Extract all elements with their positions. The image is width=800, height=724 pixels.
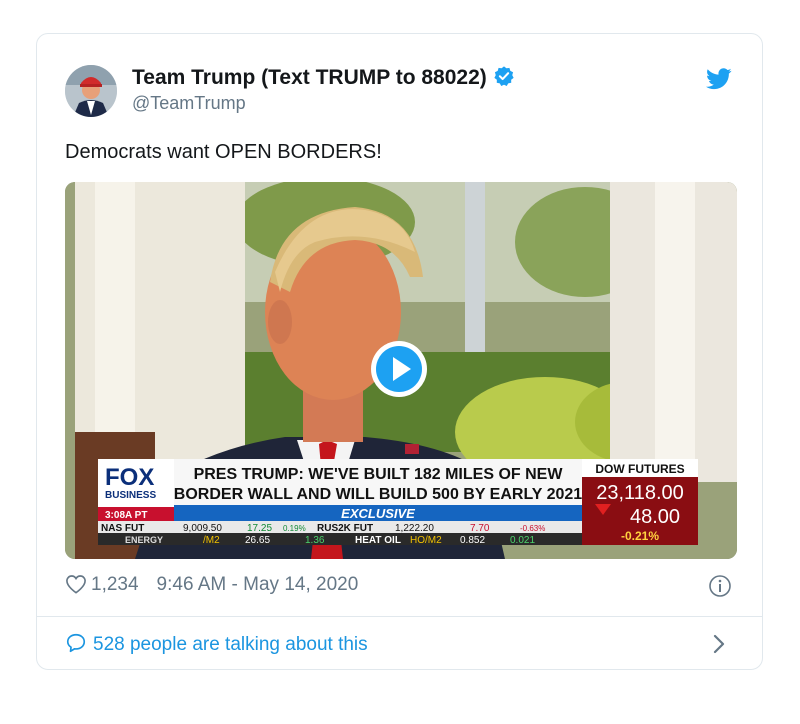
embedded-tweet-card: Team Trump (Text TRUMP to 88022) @TeamTr…: [36, 33, 763, 670]
conversation-label[interactable]: 528 people are talking about this: [93, 634, 368, 655]
dow-value: 23,118.00: [596, 482, 684, 504]
dow-title: DOW FUTURES: [595, 462, 684, 476]
dow-percent: -0.21%: [621, 529, 659, 543]
ticker-row2-d: HEAT OIL: [355, 535, 401, 546]
ticker-row2-c: 1.36: [305, 535, 325, 546]
ticker-row1-d: RUS2K FUT: [317, 523, 373, 534]
like-count[interactable]: 1,234: [91, 574, 139, 595]
ticker-row2-f: 0.852: [460, 535, 485, 546]
broadcast-time: 3:08A PT: [105, 510, 147, 521]
divider: [37, 616, 762, 617]
ticker-row1-f: 7.70: [470, 523, 490, 534]
speech-bubble-icon: [66, 633, 86, 653]
ticker-row1-b: 17.25: [247, 523, 272, 534]
ticker-row2-label: ENERGY: [125, 535, 163, 545]
conversation-link[interactable]: 528 people are talking about this: [65, 632, 368, 656]
ticker-row2-b: 26.65: [245, 535, 270, 546]
display-name-text[interactable]: Team Trump (Text TRUMP to 88022): [132, 66, 487, 89]
heart-icon[interactable]: [65, 574, 87, 594]
tweet-meta: 1,234 9:46 AM - May 14, 2020: [65, 574, 358, 596]
ticker-row1-g: -0.63%: [520, 524, 545, 533]
dow-change: 48.00: [630, 506, 680, 528]
ticker-row1-a: 9,009.50: [183, 523, 222, 534]
network-sub: BUSINESS: [105, 490, 156, 501]
chevron-right-icon[interactable]: [712, 634, 726, 659]
ticker-row1-label: NAS FUT: [101, 523, 144, 534]
verified-badge-icon: [493, 65, 515, 93]
user-handle[interactable]: @TeamTrump: [132, 93, 246, 114]
ticker-row2-a: /M2: [203, 535, 220, 546]
display-name[interactable]: Team Trump (Text TRUMP to 88022): [132, 65, 515, 93]
avatar[interactable]: [65, 65, 117, 117]
network-logo: FOX: [105, 464, 154, 491]
headline-line-1: PRES TRUMP: WE'VE BUILT 182 MILES OF NEW: [194, 466, 564, 483]
ticker-row2-g: 0.021: [510, 535, 535, 546]
play-icon[interactable]: [369, 339, 429, 399]
video-player[interactable]: FOX BUSINESS 3:08A PT PRES TRUMP: WE'VE …: [65, 182, 737, 559]
exclusive-label: EXCLUSIVE: [341, 506, 415, 521]
twitter-bird-icon[interactable]: [706, 68, 732, 95]
info-icon[interactable]: [708, 574, 732, 603]
tweet-timestamp[interactable]: 9:46 AM - May 14, 2020: [157, 574, 359, 595]
ticker-row1-c: 0.19%: [283, 524, 306, 533]
ticker-row1-e: 1,222.20: [395, 523, 434, 534]
tweet-text: Democrats want OPEN BORDERS!: [65, 141, 382, 163]
avatar-image: [65, 65, 117, 117]
headline-line-2: BORDER WALL AND WILL BUILD 500 BY EARLY …: [174, 486, 582, 503]
ticker-row2-e: HO/M2: [410, 535, 442, 546]
